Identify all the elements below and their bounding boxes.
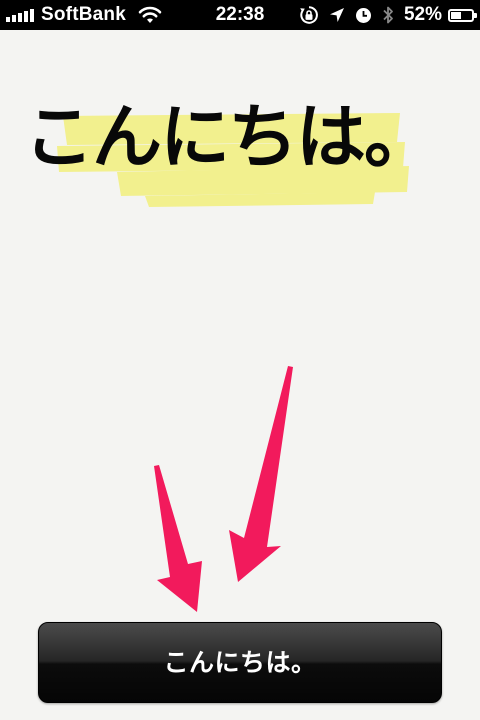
location-icon: [329, 8, 344, 22]
battery-icon: [448, 8, 477, 22]
page-title: こんにちは。: [24, 96, 434, 178]
battery-percent: 52%: [403, 4, 442, 25]
left-arrow-icon: [154, 465, 202, 612]
hello-button[interactable]: こんにちは。: [38, 622, 442, 703]
rotation-lock-icon: [300, 6, 318, 24]
bluetooth-icon: [383, 6, 393, 24]
main-content: こんにちは。 こんにちは。: [0, 30, 480, 720]
status-bar: SoftBank 22:38 52%: [0, 0, 480, 30]
arrows-graphic: [154, 366, 293, 612]
battery-fill: [451, 11, 461, 19]
status-right: 52%: [289, 0, 477, 30]
alarm-icon: [355, 7, 371, 23]
right-arrow-icon: [229, 366, 293, 582]
